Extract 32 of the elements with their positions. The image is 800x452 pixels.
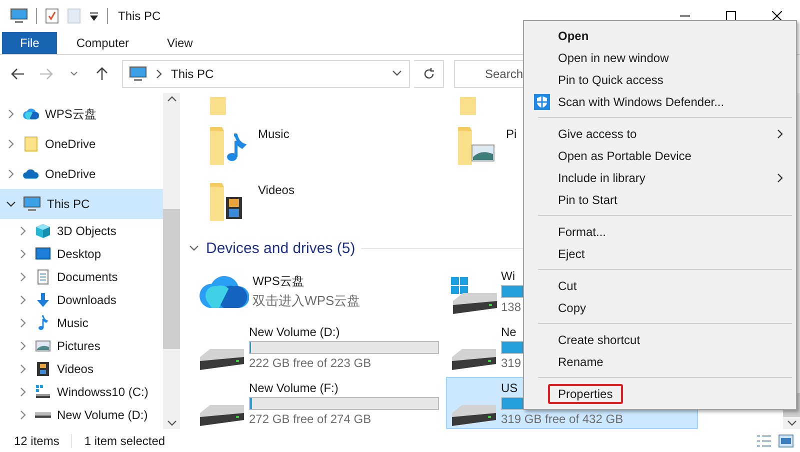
drive-name: WPS云盘	[252, 272, 304, 290]
highlight-frame: Copy	[558, 301, 586, 315]
highlight-frame: Rename	[558, 355, 604, 369]
highlight-frame: Open in new window	[558, 51, 669, 65]
item-count: 12 items	[14, 434, 60, 448]
highlight-frame: Open as Portable Device	[558, 149, 692, 163]
drive-name: Wi	[501, 269, 515, 283]
highlight-frame: Open	[558, 29, 589, 43]
free-space-text: 319 GB free of 432 GB	[501, 412, 624, 426]
highlight-frame: Give access to	[558, 127, 637, 141]
section-heading: Devices and drives (5)	[206, 240, 356, 256]
drive-name: New Volume (D:)	[249, 325, 340, 339]
drive-name: US	[501, 381, 518, 395]
highlight-frame: Eject	[558, 247, 585, 261]
free-space-text: 319	[501, 356, 522, 370]
highlight-frame: Cut	[558, 279, 577, 293]
free-space-text: 138	[501, 300, 522, 314]
highlight-frame: Scan with Windows Defender...	[558, 95, 724, 109]
free-space-text: 222 GB free of 223 GB	[249, 356, 372, 370]
highlight-frame: Pin to Start	[558, 193, 618, 207]
highlight-frame: Include in library	[558, 171, 646, 185]
highlight-frame: Format...	[558, 225, 606, 239]
window-title: This PC	[118, 9, 161, 23]
highlight-frame: Properties	[548, 384, 623, 404]
highlight-frame: Pin to Quick access	[558, 73, 664, 87]
drive-name: Ne	[501, 325, 516, 339]
selection-count: 1 item selected	[84, 434, 166, 448]
address-path: This PC	[171, 67, 214, 81]
highlight-frame: Create shortcut	[558, 333, 640, 347]
free-space-text: 272 GB free of 274 GB	[249, 412, 372, 426]
drive-subtitle: 双击进入WPS云盘	[252, 292, 360, 310]
drive-name: New Volume (F:)	[249, 381, 338, 395]
